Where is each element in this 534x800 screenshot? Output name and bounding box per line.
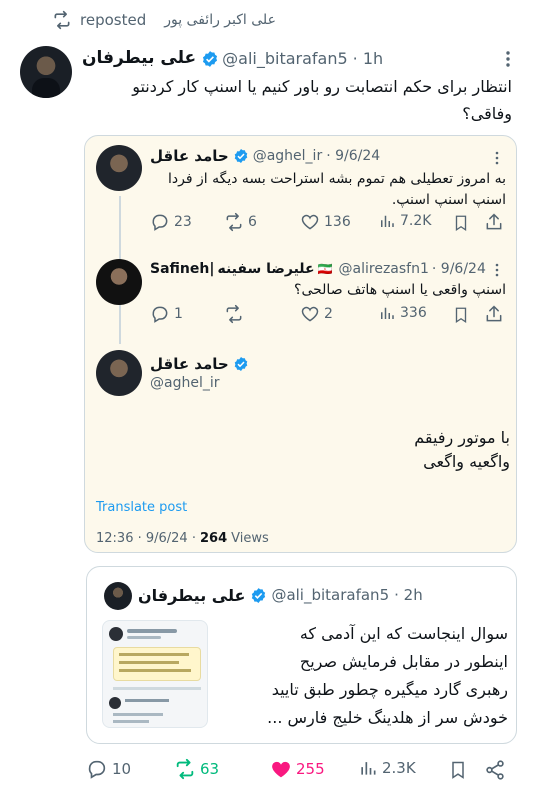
tweet-text-line2: وفاقی؟ <box>462 104 512 123</box>
repost-icon <box>52 10 72 30</box>
bookmark-icon[interactable] <box>452 213 470 237</box>
heart-icon <box>300 212 320 232</box>
verified-badge-icon <box>250 587 266 603</box>
like-button[interactable]: 136 <box>300 212 351 232</box>
bookmark-icon[interactable] <box>448 759 468 785</box>
quoted-time: · 9/6/24 <box>431 261 486 277</box>
reply-count: 1 <box>174 306 183 322</box>
action-bar: 10 63 255 2.3K <box>86 758 516 784</box>
views-count: 7.2K <box>400 213 432 229</box>
views-label: Views <box>231 531 269 546</box>
quoted-display-name[interactable]: علیرضا سفینه <box>217 261 314 277</box>
reply-button[interactable]: 10 <box>86 758 131 780</box>
more-options-icon[interactable] <box>490 150 504 165</box>
flag-icon: 🇮🇷 <box>317 262 333 276</box>
reply-count: 10 <box>112 760 132 778</box>
repost-button[interactable]: 63 <box>174 758 219 780</box>
bar-chart-icon <box>378 212 396 230</box>
reply-icon <box>86 758 108 780</box>
reply-count: 23 <box>174 214 192 230</box>
views-button[interactable]: 7.2K <box>378 212 431 230</box>
like-button[interactable]: 255 <box>270 758 325 780</box>
repost-icon <box>224 304 244 324</box>
quoted-media-thumbnail[interactable] <box>102 620 208 728</box>
reply-icon <box>150 212 170 232</box>
verified-badge-icon <box>233 356 249 372</box>
post-time: · 1h <box>352 48 384 68</box>
like-count: 136 <box>324 214 351 230</box>
heart-icon <box>270 758 292 780</box>
quoted-text-line2: اینطور در مقابل فرمایش صریح <box>299 652 508 671</box>
quoted-avatar[interactable] <box>96 145 142 191</box>
post-timestamp-row: 12:36 · 9/6/24 · 264 Views <box>96 531 269 546</box>
quoted-display-name[interactable]: حامد عاقل <box>150 355 229 373</box>
quoted-text-line1: سوال اینجاست که این آدمی که <box>299 624 508 643</box>
more-options-icon[interactable] <box>490 262 504 277</box>
quoted-handle[interactable]: @aghel_ir <box>253 148 323 164</box>
translate-post-link[interactable]: Translate post <box>96 500 187 515</box>
quoted-display-name[interactable]: حامد عاقل <box>150 147 229 165</box>
repost-count: 6 <box>248 214 257 230</box>
bar-chart-icon <box>378 304 396 322</box>
repost-header: reposted علی اکبر رائفی پور <box>52 8 292 32</box>
quoted-avatar[interactable] <box>96 259 142 305</box>
quoted-avatar[interactable] <box>96 350 142 396</box>
repost-count: 63 <box>200 760 220 778</box>
views-count: 336 <box>400 305 427 321</box>
repost-label: reposted <box>80 11 147 29</box>
like-count: 2 <box>324 306 333 322</box>
share-icon[interactable] <box>484 212 504 236</box>
quoted-time: · 9/6/24 <box>326 148 381 164</box>
verified-badge-icon <box>201 50 218 67</box>
reply-button[interactable]: 23 <box>150 212 192 232</box>
quoted-avatar[interactable] <box>104 582 132 610</box>
avatar[interactable] <box>20 46 72 98</box>
quoted-time: · 2h <box>394 586 423 604</box>
reply-button[interactable]: 1 <box>150 304 183 324</box>
verified-badge-icon <box>233 148 249 164</box>
post-timestamp[interactable]: 12:36 · 9/6/24 · <box>96 531 196 546</box>
share-icon[interactable] <box>484 759 506 785</box>
quoted-text: اسنپ واقعی یا اسنپ هاتف صالحی؟ <box>294 282 506 298</box>
author-handle[interactable]: @ali_bitarafan5 <box>222 49 348 68</box>
reply-icon <box>150 304 170 324</box>
tweet-text-line1: انتظار برای حکم انتصابت رو باور کنیم یا … <box>132 77 512 96</box>
quoted-text-line3: رهبری گارد میگیره چطور طبق تایید <box>271 680 508 699</box>
quoted-stats-row: 23 6 136 7.2K <box>150 212 510 234</box>
quoted-handle[interactable]: @ali_bitarafan5 <box>271 586 389 604</box>
repost-button[interactable]: 6 <box>224 212 257 232</box>
views-button[interactable]: 336 <box>378 304 427 322</box>
repost-icon <box>224 212 244 232</box>
bar-chart-icon <box>358 758 378 778</box>
like-count: 255 <box>296 760 325 778</box>
heart-icon <box>300 304 320 324</box>
quoted-text-line1: با موتور رفیقم <box>414 428 510 447</box>
views-button[interactable]: 2.3K <box>358 758 416 778</box>
quoted-header: حامد عاقل @aghel_ir · 9/6/24 <box>150 146 510 166</box>
reposter-name[interactable]: علی اکبر رائفی پور <box>164 12 276 28</box>
quoted-header: Safineh| علیرضا سفینه 🇮🇷 @alirezasfn1 · … <box>150 259 510 279</box>
tweet-header: علی بیطرفان @ali_bitarafan5 · 1h <box>82 46 482 70</box>
quoted-display-name[interactable]: علی بیطرفان <box>138 586 245 605</box>
quoted-text-line4: خودش سر از هلدینگ خلیج فارس ... <box>267 708 508 727</box>
quoted-text-line1: به امروز تعطیلی هم تموم بشه استراحت بسه … <box>168 171 506 187</box>
quoted-text-line2: واگعیه واگعی <box>423 452 510 471</box>
quoted-header: حامد عاقل <box>150 354 350 374</box>
quoted-handle[interactable]: @alirezasfn1 <box>339 261 429 277</box>
repost-icon <box>174 758 196 780</box>
quoted-stats-row: 1 2 336 <box>150 304 510 326</box>
quoted-header: علی بیطرفان @ali_bitarafan5 · 2h <box>138 584 508 606</box>
views-count: 2.3K <box>382 759 416 777</box>
more-options-icon[interactable] <box>500 50 516 68</box>
quoted-text-line2: اسنپ اسنپ اسنپ. <box>391 192 506 208</box>
views-total: 264 <box>199 531 228 546</box>
share-icon[interactable] <box>484 304 504 328</box>
author-display-name[interactable]: علی بیطرفان <box>82 48 196 68</box>
bookmark-icon[interactable] <box>452 305 470 329</box>
like-button[interactable]: 2 <box>300 304 333 324</box>
quoted-handle[interactable]: @aghel_ir <box>150 375 220 391</box>
quoted-display-name-latin[interactable]: Safineh| <box>150 261 214 277</box>
repost-button[interactable] <box>224 304 244 324</box>
